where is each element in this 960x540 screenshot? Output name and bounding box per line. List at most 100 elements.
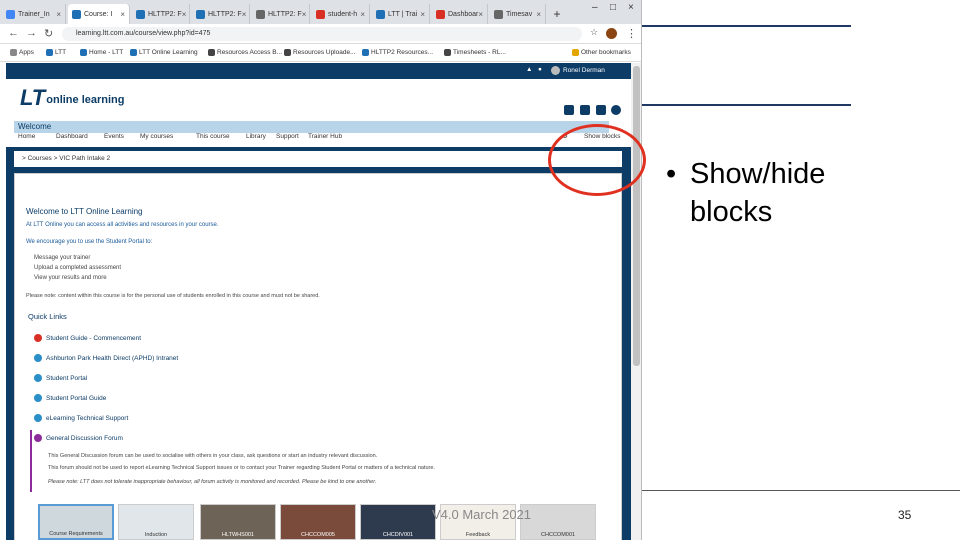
tab-bar: Trainer_In × Course: I × HLTTP2: F × HLTTP2…: [0, 0, 641, 24]
bookmark-icon: [362, 49, 369, 56]
user-avatar[interactable]: [551, 66, 560, 75]
quick-link[interactable]: Student Portal: [34, 374, 87, 382]
chat-icon[interactable]: ●: [538, 66, 542, 73]
bookmark-icon: [444, 49, 451, 56]
close-icon[interactable]: ×: [536, 10, 541, 19]
kebab-menu-icon[interactable]: ⋮: [626, 27, 637, 40]
close-icon[interactable]: ×: [302, 10, 307, 19]
menu-item-trainer-hub[interactable]: Trainer Hub: [308, 133, 342, 140]
bookmark-item[interactable]: Resources Uploade...: [284, 49, 356, 56]
tab-favicon-icon: [256, 9, 265, 19]
reload-icon[interactable]: ↻: [44, 27, 53, 40]
instagram-icon[interactable]: [596, 105, 606, 115]
bookmark-icon: [284, 49, 291, 56]
bell-icon[interactable]: ▲: [526, 66, 532, 73]
highlight-circle: [548, 124, 646, 196]
new-tab-button[interactable]: +: [550, 7, 564, 21]
close-icon[interactable]: ×: [56, 10, 61, 19]
bookmark-icon: [208, 49, 215, 56]
menu-item-support[interactable]: Support: [276, 133, 299, 140]
browser-tab[interactable]: Dashboar ×: [432, 4, 488, 24]
close-icon[interactable]: ×: [242, 10, 247, 19]
menu-item-home[interactable]: Home: [18, 133, 35, 140]
bookmark-item[interactable]: Apps: [10, 49, 34, 56]
maximize-icon[interactable]: □: [610, 2, 616, 13]
bookmark-item[interactable]: Resources Access B...: [208, 49, 282, 56]
quick-link[interactable]: eLearning Technical Support: [34, 414, 128, 422]
minimize-icon[interactable]: –: [592, 2, 598, 13]
quick-link[interactable]: Student Portal Guide: [34, 394, 106, 402]
list-item: Upload a completed assessment: [34, 265, 122, 271]
close-icon[interactable]: ×: [182, 10, 187, 19]
forward-icon[interactable]: →: [26, 27, 37, 39]
course-note: Please note: content within this course …: [26, 293, 320, 299]
link-icon: [34, 414, 42, 422]
menu-item-dashboard[interactable]: Dashboard: [56, 133, 88, 140]
browser-tab[interactable]: HLTTP2: F ×: [252, 4, 310, 24]
link-icon: [34, 394, 42, 402]
bookmark-item[interactable]: Timesheets - RL...: [444, 49, 506, 56]
tab-favicon-icon: [136, 9, 145, 19]
list-item: Message your trainer: [34, 255, 91, 261]
address-bar-row: ← → ↻ learning.ltt.com.au/course/view.ph…: [0, 24, 641, 44]
bookmark-item[interactable]: Other bookmarks: [572, 49, 631, 56]
folder-icon: [572, 49, 579, 56]
close-icon[interactable]: ×: [420, 10, 425, 19]
slide-rule-footer: [642, 490, 960, 491]
tab-favicon-icon: [316, 9, 325, 19]
close-window-icon[interactable]: ×: [628, 2, 634, 13]
course-tile[interactable]: CHCCOM005: [280, 504, 356, 540]
menu-item-this-course[interactable]: This course: [196, 133, 230, 140]
close-icon[interactable]: ×: [120, 10, 125, 19]
browser-tab[interactable]: HLTTP2: F ×: [192, 4, 250, 24]
url-input[interactable]: learning.ltt.com.au/course/view.php?id=4…: [62, 27, 582, 41]
course-tile[interactable]: CHCDIV001: [360, 504, 436, 540]
browser-window: Trainer_In × Course: I × HLTTP2: F × HLTTP2…: [0, 0, 642, 540]
bookmark-item[interactable]: HLTTP2 Resources...: [362, 49, 433, 56]
browser-tab[interactable]: Trainer_In ×: [2, 4, 66, 24]
browser-tab[interactable]: HLTTP2: F ×: [132, 4, 190, 24]
star-icon[interactable]: ☆: [590, 27, 598, 38]
twitter-icon[interactable]: [580, 105, 590, 115]
breadcrumb[interactable]: > Courses > VIC Path Intake 2: [14, 151, 622, 167]
slide-rule-mid: [642, 104, 851, 106]
menu-item-my-courses[interactable]: My courses: [140, 133, 173, 140]
tab-favicon-icon: [494, 9, 503, 19]
browser-tab[interactable]: student-h ×: [312, 4, 370, 24]
bookmark-item[interactable]: LTT: [46, 49, 66, 56]
footer-version: V4.0 March 2021: [432, 507, 532, 522]
globe-icon[interactable]: [611, 105, 621, 115]
site-logo[interactable]: LT online learning: [20, 87, 124, 109]
apps-icon: [10, 49, 17, 56]
menu-item-events[interactable]: Events: [104, 133, 124, 140]
avatar[interactable]: [606, 28, 617, 39]
link-icon: [34, 354, 42, 362]
facebook-icon[interactable]: [564, 105, 574, 115]
quick-link[interactable]: Student Guide - Commencement: [34, 334, 141, 342]
course-tile[interactable]: Course Requirements: [38, 504, 114, 540]
bookmark-item[interactable]: LTT Online Learning: [130, 49, 198, 56]
bullet-text: Show/hide blocks: [690, 158, 826, 228]
browser-tab[interactable]: LTT | Trai ×: [372, 4, 430, 24]
slide-rule-top: [642, 25, 851, 27]
browser-tab[interactable]: Course: I ×: [68, 4, 130, 24]
scrollbar-thumb[interactable]: [633, 66, 640, 366]
back-icon[interactable]: ←: [8, 27, 19, 39]
bookmark-item[interactable]: Home - LTT: [80, 49, 123, 56]
bullet-symbol: •: [666, 158, 677, 190]
forum-text: Please note: LTT does not tolerate inapp…: [48, 479, 377, 485]
welcome-line: We encourage you to use the Student Port…: [26, 239, 153, 245]
quick-link[interactable]: Ashburton Park Health Direct (APHD) Intr…: [34, 354, 178, 362]
close-icon[interactable]: ×: [478, 10, 483, 19]
site-topbar: ▲ ● Ronel Derman: [6, 63, 631, 79]
link-icon: [34, 374, 42, 382]
tab-favicon-icon: [72, 9, 81, 19]
tab-favicon-icon: [196, 9, 205, 19]
close-icon[interactable]: ×: [360, 10, 365, 19]
menu-item-library[interactable]: Library: [246, 133, 266, 140]
course-tile[interactable]: HLTWHS001: [200, 504, 276, 540]
user-menu[interactable]: Ronel Derman: [563, 67, 605, 74]
course-tile[interactable]: CHCCOM001: [520, 504, 596, 540]
course-tile[interactable]: Induction: [118, 504, 194, 540]
browser-tab[interactable]: Timesav ×: [490, 4, 546, 24]
